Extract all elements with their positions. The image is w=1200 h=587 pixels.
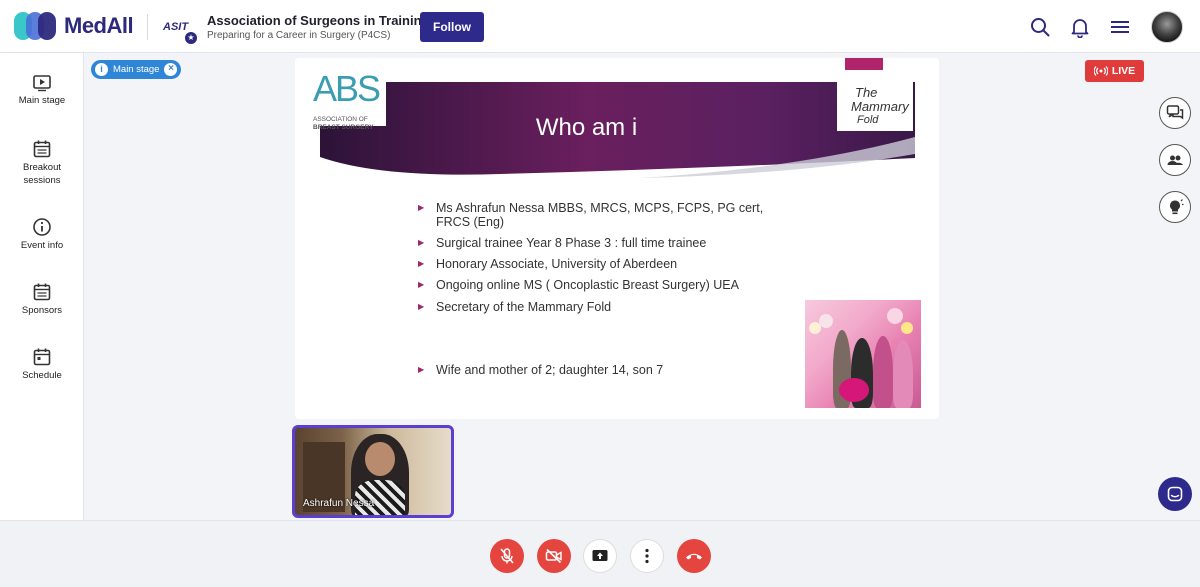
info-icon: i	[95, 63, 108, 76]
bell-icon[interactable]	[1069, 16, 1091, 39]
camera-off-icon	[545, 548, 562, 564]
close-icon[interactable]: ×	[164, 63, 178, 76]
list-item: Secretary of the Mammary Fold	[416, 300, 796, 314]
list-item: Ongoing online MS ( Oncoplastic Breast S…	[416, 278, 796, 292]
sidebar-item-schedule[interactable]: Schedule	[0, 347, 84, 382]
lightbulb-icon	[1170, 199, 1184, 215]
brand-name: MedAll	[64, 13, 134, 38]
sidebar-item-main-stage[interactable]: Main stage	[0, 74, 84, 107]
top-header: MedAll ASIT ★ Association of Surgeons in…	[0, 0, 1200, 53]
org-subtitle: Preparing for a Career in Surgery (P4CS)	[207, 30, 391, 41]
medall-logo[interactable]: MedAll	[14, 11, 134, 41]
sidebar-item-label: Breakout sessions	[22, 162, 62, 186]
mic-off-icon	[500, 548, 514, 564]
live-label: LIVE	[1111, 65, 1136, 77]
support-chat-button[interactable]	[1158, 477, 1192, 511]
verified-badge-icon: ★	[185, 32, 197, 44]
chat-icon	[1166, 105, 1184, 120]
info-icon	[33, 218, 51, 236]
medall-logo-mark-icon	[14, 11, 58, 41]
share-screen-button[interactable]	[583, 539, 617, 573]
mute-microphone-button[interactable]	[490, 539, 524, 573]
search-icon[interactable]	[1029, 16, 1051, 38]
chat-button[interactable]	[1159, 97, 1191, 129]
sidebar-item-label: Sponsors	[21, 305, 63, 316]
org-logo-text: ASIT	[163, 21, 189, 33]
header-divider	[147, 14, 148, 40]
camera-off-button[interactable]	[537, 539, 571, 573]
sidebar-item-event-info[interactable]: Event info	[0, 217, 84, 252]
call-controls-bar	[0, 520, 1200, 587]
play-icon	[33, 75, 51, 92]
mammary-fold-logo-bar	[845, 58, 883, 70]
sidebar-item-label: Main stage	[18, 95, 66, 106]
sidebar: Main stage Breakout sessions Event info …	[0, 53, 84, 520]
live-badge: LIVE	[1085, 60, 1144, 82]
mammary-fold-logo-text: Mammary	[851, 99, 909, 114]
speaker-video-tile[interactable]: Ashrafun Nessa	[292, 425, 454, 518]
org-name[interactable]: Association of Surgeons in Training	[207, 13, 429, 28]
calendar-icon	[33, 140, 51, 158]
participants-button[interactable]	[1159, 144, 1191, 176]
list-item: Ms Ashrafun Nessa MBBS, MRCS, MCPS, FCPS…	[416, 201, 796, 229]
people-icon	[1167, 155, 1183, 165]
org-logo[interactable]: ASIT ★	[163, 14, 197, 44]
more-vertical-icon	[645, 548, 649, 564]
mammary-fold-logo-text: The	[855, 85, 878, 100]
list-item: Surgical trainee Year 8 Phase 3 : full t…	[416, 236, 796, 250]
main-stage-chip[interactable]: i Main stage ×	[91, 60, 182, 79]
follow-button[interactable]: Follow	[420, 12, 484, 42]
ideas-button[interactable]	[1159, 191, 1191, 223]
more-options-button[interactable]	[630, 539, 664, 573]
messenger-icon	[1167, 486, 1183, 502]
menu-icon[interactable]	[1109, 16, 1131, 38]
hang-up-icon	[686, 553, 702, 560]
main-stage-chip-label: Main stage	[113, 64, 160, 75]
speaker-face	[365, 442, 395, 476]
speaker-name: Ashrafun Nessa	[303, 498, 375, 509]
end-call-button[interactable]	[677, 539, 711, 573]
sidebar-item-sponsors[interactable]: Sponsors	[0, 282, 84, 317]
sidebar-item-label: Schedule	[22, 370, 62, 381]
abs-logo-text: ABS	[313, 68, 381, 109]
sidebar-item-breakout-sessions[interactable]: Breakout sessions	[0, 139, 84, 187]
avatar[interactable]	[1151, 11, 1183, 43]
share-screen-icon	[592, 550, 608, 561]
list-item: Honorary Associate, University of Aberde…	[416, 257, 796, 271]
family-photo	[805, 300, 921, 408]
broadcast-icon	[1093, 66, 1108, 76]
list-item: Wife and mother of 2; daughter 14, son 7	[416, 363, 796, 377]
calendar-icon	[33, 283, 51, 301]
presentation-slide: ABS ASSOCIATION OF BREAST SURGERY The Ma…	[295, 58, 939, 419]
calendar-icon	[33, 348, 51, 366]
sidebar-item-label: Event info	[20, 240, 64, 251]
slide-title: Who am i	[535, 114, 638, 141]
